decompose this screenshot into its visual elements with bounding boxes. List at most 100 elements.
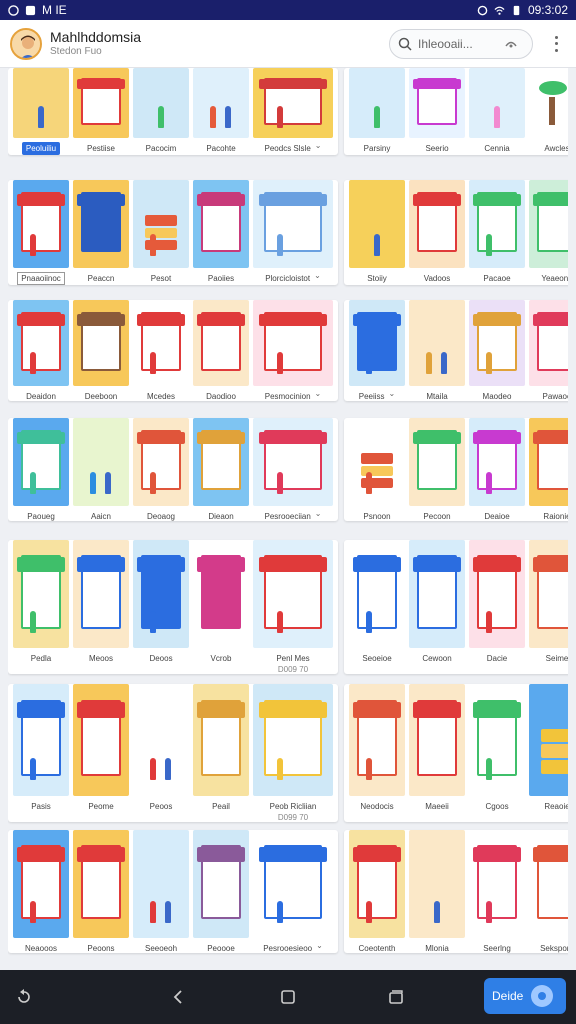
category-card[interactable]: Pacohte (193, 68, 249, 155)
category-label: Peeiiss (358, 392, 385, 401)
category-group: Paoueg Aaicn Deoaog Dieaon Pesrooeciian ⌄ (8, 418, 338, 521)
voice-search-icon[interactable] (504, 37, 518, 51)
category-card[interactable]: Pecoon (409, 418, 465, 521)
primary-action-button[interactable]: Deide (484, 978, 566, 1014)
category-card[interactable]: Peob Ricliian D099 70 (253, 684, 333, 822)
category-card[interactable]: Pestiise (73, 68, 129, 155)
category-card[interactable]: Peoos (133, 684, 189, 822)
recents-icon[interactable] (376, 977, 416, 1017)
category-card[interactable]: Deoaog (133, 418, 189, 521)
category-thumbnail (133, 684, 189, 796)
category-card[interactable]: Neaooos (13, 830, 69, 953)
overflow-menu-icon[interactable] (546, 34, 566, 54)
category-card[interactable]: Peeiiss ⌄ (349, 300, 405, 401)
category-card[interactable]: Vcrob (193, 540, 249, 674)
category-thumbnail (13, 830, 69, 938)
category-card[interactable]: Penl Mes D009 70 (253, 540, 333, 674)
person-figure (277, 471, 283, 494)
chevron-down-icon[interactable]: ⌄ (316, 941, 323, 950)
category-card[interactable]: Reaoie (529, 684, 568, 822)
category-card[interactable]: Pesrooeciian ⌄ (253, 418, 333, 521)
rotate-icon[interactable] (4, 977, 44, 1017)
chevron-down-icon[interactable]: ⌄ (314, 271, 321, 280)
category-card[interactable]: Psnoon (349, 418, 405, 521)
chevron-down-icon[interactable]: ⌄ (389, 389, 396, 398)
back-icon[interactable] (158, 977, 198, 1017)
person-figure (149, 471, 156, 494)
person-figure (365, 900, 372, 923)
category-card[interactable]: Seerio (409, 68, 465, 155)
category-card[interactable]: Seeoeoh (133, 830, 189, 953)
category-card[interactable]: Deaioe (469, 418, 525, 521)
category-card[interactable]: Deoos (133, 540, 189, 674)
search-input[interactable] (418, 37, 498, 51)
category-card[interactable]: Cewoon (409, 540, 465, 674)
category-card[interactable]: Peaccn (73, 180, 129, 285)
category-card[interactable]: Awcles (529, 68, 568, 155)
category-card[interactable]: Seerlng (469, 830, 525, 953)
category-card[interactable]: Pesrooesieoo ⌄ (253, 830, 333, 953)
category-card[interactable]: Seime (529, 540, 568, 674)
category-card[interactable]: Raionie (529, 418, 568, 521)
category-card[interactable]: Yeaeonn (529, 180, 568, 285)
category-card[interactable]: Coeotenth (349, 830, 405, 953)
category-label: Aaicn (90, 512, 111, 521)
category-card[interactable]: Neodocis (349, 684, 405, 822)
category-card[interactable]: Seoeioe (349, 540, 405, 674)
category-label: Neodocis (360, 802, 394, 811)
category-card[interactable]: Deaidon (13, 300, 69, 401)
category-card[interactable]: Mcedes (133, 300, 189, 401)
category-card[interactable]: Peoluiliu (13, 68, 69, 155)
category-card[interactable]: Plorcicloistot ⌄ (253, 180, 333, 285)
category-card[interactable]: Pesot (133, 180, 189, 285)
person-figure (165, 758, 172, 781)
category-card[interactable]: Cennia (469, 68, 525, 155)
category-thumbnail (529, 68, 568, 138)
category-thumbnail (469, 300, 525, 386)
category-card[interactable]: Daodioo (193, 300, 249, 401)
home-icon[interactable] (268, 977, 308, 1017)
avatar[interactable] (10, 27, 42, 60)
category-card[interactable]: Mlonia (409, 830, 465, 953)
category-card[interactable]: Maodeo (469, 300, 525, 401)
awning-shape (413, 701, 461, 718)
category-thumbnail (133, 418, 189, 506)
category-card[interactable]: Pasis (13, 684, 69, 822)
category-card[interactable]: Paoiies (193, 180, 249, 285)
category-card[interactable]: Pnaaoiinoc (13, 180, 69, 285)
category-card[interactable]: Stoiiy (349, 180, 405, 285)
awning-shape (259, 194, 327, 207)
category-card[interactable]: Dieaon (193, 418, 249, 521)
grid-row: Paoueg Aaicn Deoaog Dieaon Pesrooeciian ⌄ Psno… (8, 418, 568, 521)
category-card[interactable]: Meoos (73, 540, 129, 674)
awning-shape (473, 847, 521, 863)
chevron-down-icon[interactable]: ⌄ (315, 389, 322, 398)
category-card[interactable]: Paoueg (13, 418, 69, 521)
category-card[interactable]: Vadoos (409, 180, 465, 285)
category-card[interactable]: Cgoos (469, 684, 525, 822)
chevron-down-icon[interactable]: ⌄ (315, 141, 322, 150)
category-card[interactable]: Dacie (469, 540, 525, 674)
category-card[interactable]: Sekspore (529, 830, 568, 953)
category-card[interactable]: Peome (73, 684, 129, 822)
category-card[interactable]: Pawaoo (529, 300, 568, 401)
category-card[interactable]: Pacaoe (469, 180, 525, 285)
category-label: Peob Ricliian (269, 802, 317, 811)
awning-shape (533, 194, 568, 207)
category-card[interactable]: Peoons (73, 830, 129, 953)
category-card[interactable]: Pesmocinion ⌄ (253, 300, 333, 401)
chevron-down-icon[interactable]: ⌄ (315, 509, 322, 518)
category-card[interactable]: Aaicn (73, 418, 129, 521)
category-card[interactable]: Pedla (13, 540, 69, 674)
category-thumbnail (133, 830, 189, 938)
category-card[interactable]: Peodcs Slsle ⌄ (253, 68, 333, 155)
category-card[interactable]: Pacocim (133, 68, 189, 155)
category-card[interactable]: Parsiny (349, 68, 405, 155)
category-card[interactable]: Peail (193, 684, 249, 822)
search-box[interactable] (389, 29, 533, 59)
category-label: Reaoie (544, 802, 568, 811)
category-card[interactable]: Peoooe (193, 830, 249, 953)
category-card[interactable]: Deeboon (73, 300, 129, 401)
category-card[interactable]: Mtaila (409, 300, 465, 401)
category-card[interactable]: Maeeii (409, 684, 465, 822)
